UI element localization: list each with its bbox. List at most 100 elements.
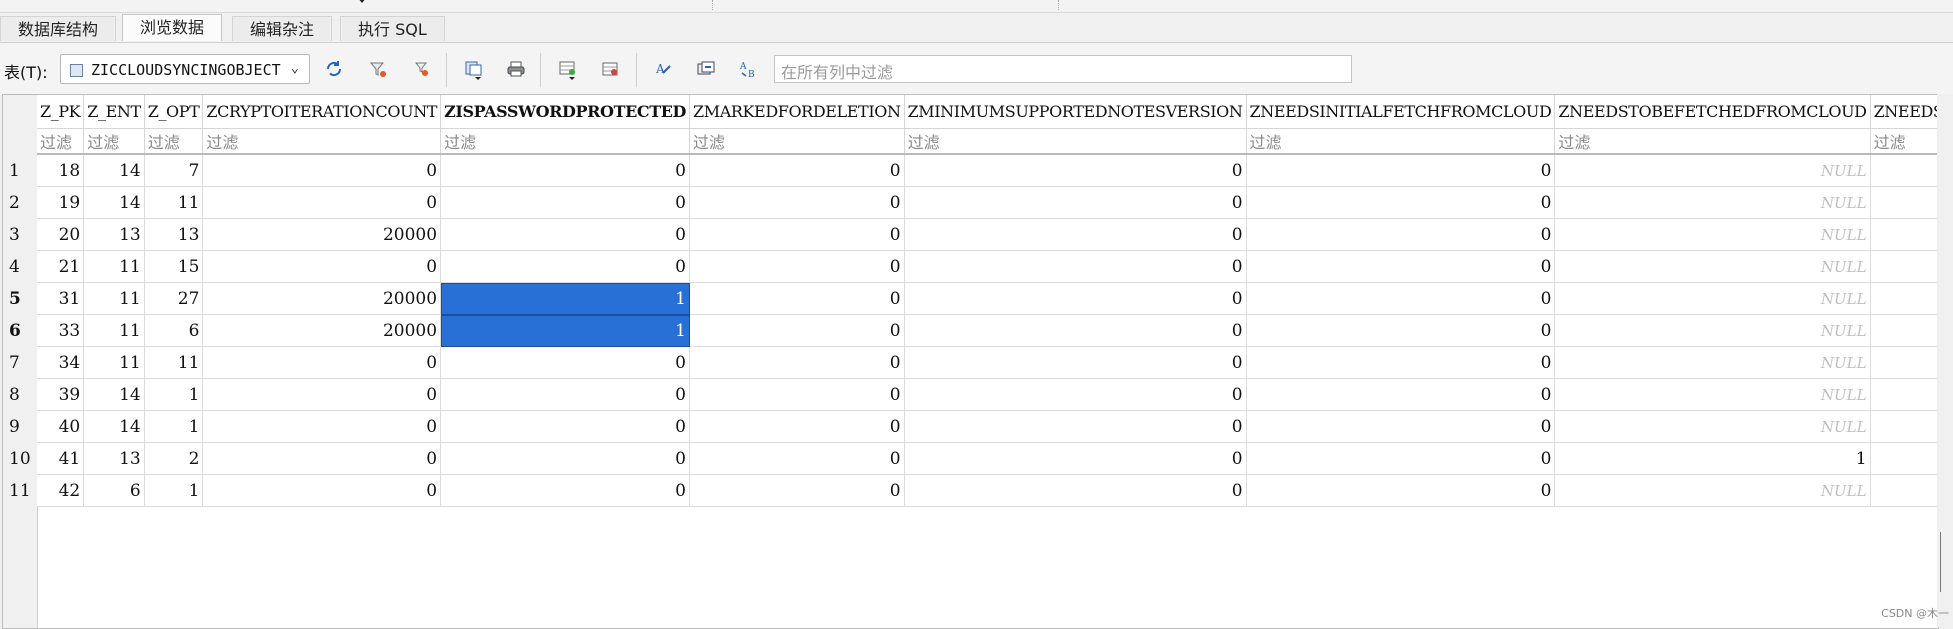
column-header[interactable]: Z_PK (37, 95, 85, 129)
table-cell[interactable]: NULL (1554, 314, 1871, 347)
table-cell[interactable] (1870, 378, 1938, 411)
table-cell[interactable]: 13 (83, 218, 145, 251)
column-filter-input[interactable]: 过滤 (202, 128, 442, 155)
row-number[interactable]: 1 (3, 155, 37, 187)
column-filter-input[interactable]: 过滤 (144, 128, 204, 155)
table-cell[interactable]: 21 (37, 250, 85, 283)
table-cell[interactable]: 0 (440, 250, 690, 283)
table-cell[interactable]: 20000 (202, 218, 442, 251)
filter-all-columns-input[interactable] (774, 55, 1352, 83)
table-cell[interactable]: 11 (144, 346, 204, 379)
table-cell[interactable]: 41 (37, 442, 85, 475)
column-header[interactable]: ZNEEDSINITIALFETCHFROMCLOUD (1246, 95, 1556, 129)
table-cell[interactable]: 0 (202, 154, 442, 187)
table-cell[interactable]: NULL (1554, 378, 1871, 411)
dropdown-arrow-icon[interactable] (357, 0, 367, 3)
clear-filters-icon[interactable] (366, 57, 390, 81)
table-cell[interactable]: NULL (1554, 218, 1871, 251)
row-number[interactable]: 4 (3, 251, 37, 283)
column-header[interactable]: ZISPASSWORDPROTECTED (440, 95, 690, 129)
table-cell[interactable]: 0 (1246, 250, 1556, 283)
table-cell[interactable]: 0 (1246, 282, 1556, 315)
table-row[interactable]: 42 6 1 0 0 0 0 0 NULL (37, 474, 1938, 507)
table-cell[interactable]: 0 (689, 250, 905, 283)
table-cell[interactable]: 0 (904, 186, 1247, 219)
table-cell[interactable]: 0 (689, 218, 905, 251)
find-replace-icon[interactable] (694, 57, 718, 81)
table-cell[interactable]: 0 (904, 218, 1247, 251)
table-row[interactable]: 34 11 11 0 0 0 0 0 NULL (37, 346, 1938, 379)
table-cell[interactable]: 0 (1246, 186, 1556, 219)
column-header[interactable]: Z_ENT (83, 95, 145, 129)
column-filter-input[interactable]: 过滤 (37, 128, 85, 155)
table-cell[interactable]: 13 (144, 218, 204, 251)
table-cell[interactable]: 11 (83, 314, 145, 347)
table-cell[interactable]: NULL (1554, 154, 1871, 187)
column-header[interactable]: Z_OPT (144, 95, 204, 129)
column-header[interactable]: ZCRYPTOITERATIONCOUNT (202, 95, 442, 129)
table-cell[interactable]: 0 (1246, 410, 1556, 443)
table-cell[interactable] (1870, 186, 1938, 219)
table-cell[interactable]: 0 (1246, 442, 1556, 475)
table-cell[interactable]: 27 (144, 282, 204, 315)
column-header[interactable]: ZMINIMUMSUPPORTEDNOTESVERSION (904, 95, 1247, 129)
goto-icon[interactable]: AB (736, 57, 760, 81)
table-cell[interactable] (1870, 250, 1938, 283)
table-cell[interactable]: 6 (144, 314, 204, 347)
vertical-scrollbar[interactable] (1937, 94, 1953, 627)
table-cell[interactable]: 42 (37, 474, 85, 507)
tab-browse-data[interactable]: 浏览数据 (122, 14, 223, 41)
table-cell[interactable]: 0 (689, 314, 905, 347)
column-filter-input[interactable]: 过滤 (689, 128, 905, 155)
table-cell[interactable]: 0 (202, 186, 442, 219)
table-cell[interactable]: 0 (904, 442, 1247, 475)
table-cell[interactable]: 0 (689, 282, 905, 315)
table-cell[interactable] (1870, 474, 1938, 507)
table-cell[interactable]: 11 (144, 186, 204, 219)
table-cell[interactable]: 0 (440, 474, 690, 507)
insert-record-icon[interactable] (556, 57, 580, 81)
row-number[interactable]: 8 (3, 379, 37, 411)
table-cell[interactable]: 0 (904, 314, 1247, 347)
table-cell[interactable]: 0 (904, 282, 1247, 315)
column-filter-input[interactable]: 过滤 (1870, 128, 1938, 155)
table-cell[interactable] (1870, 282, 1938, 315)
table-cell[interactable]: 6 (83, 474, 145, 507)
delete-record-icon[interactable] (598, 57, 622, 81)
table-cell[interactable]: 20000 (202, 314, 442, 347)
table-row[interactable]: 19 14 11 0 0 0 0 0 NULL (37, 186, 1938, 219)
table-cell[interactable]: 11 (83, 250, 145, 283)
column-filter-input[interactable]: 过滤 (440, 128, 690, 155)
table-cell[interactable]: NULL (1554, 282, 1871, 315)
table-row[interactable]: 18 14 7 0 0 0 0 0 NULL (37, 154, 1938, 187)
table-cell[interactable]: 14 (83, 154, 145, 187)
tab-database-structure[interactable]: 数据库结构 (0, 16, 117, 41)
table-cell[interactable]: 33 (37, 314, 85, 347)
table-cell[interactable] (1870, 410, 1938, 443)
table-cell[interactable]: 1 (144, 378, 204, 411)
table-cell[interactable]: 0 (689, 346, 905, 379)
print-icon[interactable] (504, 57, 528, 81)
table-row[interactable]: 40 14 1 0 0 0 0 0 NULL (37, 410, 1938, 443)
table-cell[interactable]: 18 (37, 154, 85, 187)
row-number[interactable]: 6 (3, 315, 37, 347)
table-cell[interactable]: NULL (1554, 346, 1871, 379)
table-cell[interactable]: 0 (1246, 218, 1556, 251)
table-row[interactable]: 20 13 13 20000 0 0 0 0 NULL (37, 218, 1938, 251)
table-cell[interactable]: 0 (689, 474, 905, 507)
table-cell[interactable]: 2 (144, 442, 204, 475)
table-cell[interactable]: 7 (144, 154, 204, 187)
table-cell[interactable]: 0 (440, 186, 690, 219)
table-row[interactable]: 31 11 27 20000 1 0 0 0 NULL (37, 282, 1938, 315)
table-cell[interactable]: 31 (37, 282, 85, 315)
table-row[interactable]: 33 11 6 20000 1 0 0 0 NULL (37, 314, 1938, 347)
table-cell[interactable]: 0 (904, 346, 1247, 379)
row-number[interactable]: 2 (3, 187, 37, 219)
table-cell[interactable]: 20 (37, 218, 85, 251)
table-cell[interactable]: 20000 (202, 282, 442, 315)
table-cell[interactable]: 0 (1246, 346, 1556, 379)
tab-edit-pragmas[interactable]: 编辑杂注 (232, 16, 333, 41)
table-cell[interactable]: 15 (144, 250, 204, 283)
table-cell[interactable] (1870, 218, 1938, 251)
table-select[interactable]: ZICCLOUDSYNCINGOBJECT ⌄ (60, 54, 310, 84)
